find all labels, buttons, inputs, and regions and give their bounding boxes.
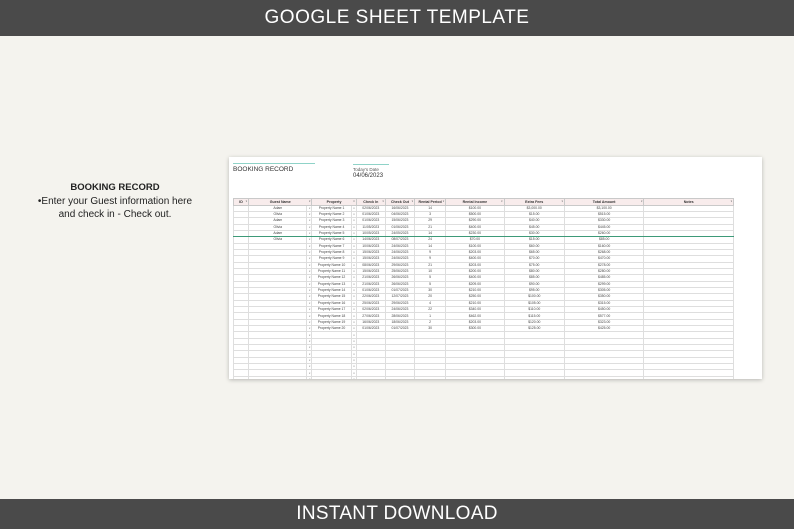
table-cell[interactable]: Property Name 14 [311, 286, 352, 295]
table-cell[interactable]: Property Name 13 [311, 280, 352, 288]
filter-dropdown-icon[interactable]: ▾ [412, 200, 413, 203]
description-block: BOOKING RECORD •Enter your Guest informa… [20, 181, 210, 221]
table-cell[interactable]: Property Name 16 [311, 299, 352, 308]
todays-date-value[interactable]: 04/06/2023 [353, 173, 389, 179]
table-cell[interactable] [355, 375, 386, 379]
filter-dropdown-icon[interactable]: ▾ [246, 200, 247, 203]
column-header[interactable]: Check Out ▾ [384, 198, 416, 206]
spreadsheet-preview: BOOKING RECORD Today's Date 04/06/2023 I… [229, 157, 762, 379]
table-cell[interactable]: Property Name 19 [311, 318, 352, 327]
column-header[interactable]: ID ▾ [232, 198, 250, 206]
top-banner: GOOGLE SHEET TEMPLATE [0, 0, 794, 36]
table-row: ▾▾ [232, 375, 734, 379]
filter-dropdown-icon[interactable]: ▾ [353, 200, 354, 203]
table-cell[interactable] [563, 375, 645, 379]
table-cell[interactable]: Property Name 20 [311, 325, 352, 333]
column-header[interactable]: Extra Fees ▾ [503, 198, 565, 206]
column-header-label: Check Out [390, 199, 409, 204]
filter-dropdown-icon[interactable]: ▾ [383, 200, 384, 203]
column-header-label: Check In [363, 199, 379, 204]
description-heading: BOOKING RECORD [70, 182, 160, 193]
column-header-label: Rental Period [418, 199, 442, 204]
column-header[interactable]: Notes ▾ [643, 198, 734, 206]
filter-dropdown-icon[interactable]: ▾ [443, 200, 444, 203]
todays-date-label: Today's Date [353, 167, 379, 172]
table-cell[interactable] [643, 375, 734, 379]
column-header[interactable]: Total Amount ▾ [563, 198, 645, 206]
table-cell[interactable] [232, 375, 250, 379]
booking-table: ID ▾ Guest Name ▾ Property ▾ Check In ▾ Check Ou… [232, 198, 734, 379]
table-cell[interactable] [445, 375, 505, 379]
table-header-row: ID ▾ Guest Name ▾ Property ▾ Check In ▾ Check Ou… [232, 198, 734, 206]
table-cell[interactable] [248, 375, 308, 379]
column-header[interactable]: Guest Name ▾ [248, 198, 313, 206]
description-line-2: and check in - Check out. [58, 209, 172, 220]
todays-date-box: Today's Date 04/06/2023 [353, 164, 389, 179]
column-header-label: ID [239, 199, 243, 204]
filter-dropdown-icon[interactable]: ▾ [731, 200, 732, 203]
column-header-label: Total Amount [592, 199, 616, 204]
filter-dropdown-icon[interactable]: ▾ [562, 200, 563, 203]
column-header[interactable]: Property ▾ [311, 198, 357, 206]
sheet-title: BOOKING RECORD [233, 163, 315, 173]
table-cell[interactable]: Property Name 10 [311, 261, 352, 269]
column-header-label: Extra Fees [525, 199, 544, 204]
table-cell[interactable]: Property Name 15 [311, 293, 352, 301]
table-cell[interactable]: Property Name 18 [311, 312, 352, 320]
filter-dropdown-icon[interactable]: ▾ [309, 200, 310, 203]
filter-dropdown-icon[interactable]: ▾ [641, 200, 642, 203]
table-cell[interactable] [503, 375, 565, 379]
filter-dropdown-icon[interactable]: ▾ [501, 200, 502, 203]
table-cell[interactable]: Property Name 17 [311, 305, 352, 314]
description-line-1: •Enter your Guest information here [37, 196, 193, 207]
bottom-banner: INSTANT DOWNLOAD [0, 499, 794, 529]
column-header[interactable]: Rental Period ▾ [414, 198, 447, 206]
column-header-label: Rental Income [462, 199, 488, 204]
table-cell[interactable] [384, 375, 416, 379]
column-header[interactable]: Rental Income ▾ [445, 198, 505, 206]
column-header-label: Notes [683, 199, 694, 204]
column-header-label: Guest Name [269, 199, 291, 204]
table-cell[interactable] [414, 375, 447, 379]
column-header[interactable]: Check In ▾ [355, 198, 386, 206]
table-cell[interactable] [311, 375, 352, 379]
column-header-label: Property [326, 199, 342, 204]
table-cell[interactable]: Property Name 12 [311, 274, 352, 282]
